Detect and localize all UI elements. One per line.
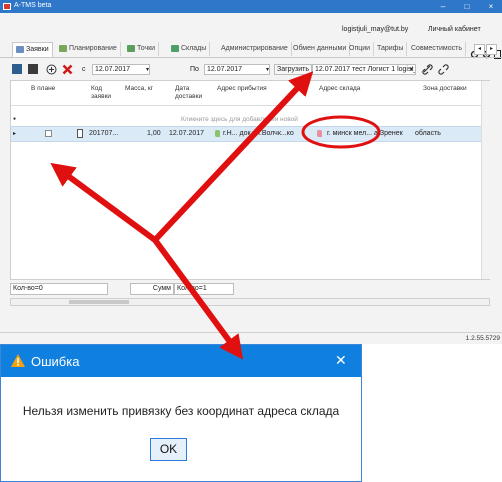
minimize-button[interactable]: –: [436, 1, 450, 12]
points-icon: [127, 44, 135, 52]
add-icon[interactable]: [46, 64, 57, 75]
tab-points[interactable]: Точки: [124, 42, 160, 56]
orders-icon: [16, 45, 24, 53]
order-code-cell[interactable]: 201707...: [89, 130, 118, 137]
tab-data-exchange[interactable]: Обмен данными: [290, 42, 351, 56]
load-button[interactable]: Загрузить: [274, 64, 312, 75]
to-date-dropdown-icon[interactable]: ▾: [266, 66, 269, 73]
to-date-field[interactable]: 12.07.2017: [204, 64, 270, 75]
warehouse-icon: [171, 44, 179, 52]
cabinet-link[interactable]: Личный кабинет: [428, 26, 481, 33]
vertical-scrollbar[interactable]: [481, 81, 490, 279]
col-header-in-plan[interactable]: В плане: [31, 85, 55, 93]
in-plan-checkbox[interactable]: [45, 130, 52, 137]
new-row-marker-icon: ●: [13, 116, 17, 122]
grid-footer: Кол-во=0 Сумм Кол-во=1: [10, 283, 490, 297]
import-icon[interactable]: [28, 64, 38, 74]
tab-scroll-right-button[interactable]: ▸: [486, 44, 497, 55]
horizontal-scrollbar[interactable]: [10, 298, 490, 306]
col-header-mass[interactable]: Масса, кг: [125, 85, 153, 93]
dialog-title-bar: Ошибка ✕: [1, 345, 361, 377]
warehouse-pin-icon: [317, 130, 322, 137]
dialog-close-button[interactable]: ✕: [335, 352, 347, 369]
table-row[interactable]: ▸ 201707... 1,00 12.07.2017 г.Н... док у…: [11, 126, 489, 142]
tab-tariffs[interactable]: Тарифы: [374, 42, 408, 56]
tab-bar: Заявки Планирование Точки Склады Админис…: [0, 41, 502, 58]
arrival-address-cell[interactable]: г.Н... док ул.Волчк...ко: [223, 130, 294, 137]
dialog-title: Ошибка: [31, 354, 80, 369]
tab-scroll-left-button[interactable]: ◂: [474, 44, 485, 55]
ok-button[interactable]: OK: [150, 438, 187, 461]
col-header-delivery-zone[interactable]: Зона доставки: [423, 85, 467, 93]
col-header-arrival-address[interactable]: Адрес прибытия: [217, 85, 267, 93]
from-label: с: [82, 66, 86, 73]
orders-grid: В плане Код заявки Масса, кг Дата достав…: [10, 80, 490, 280]
col-header-delivery-date[interactable]: Дата доставки: [175, 85, 207, 101]
planning-icon: [59, 44, 67, 52]
count-right-summary: Кол-во=1: [174, 283, 234, 295]
sum-label: Сумм: [130, 283, 174, 295]
warning-icon: [11, 354, 25, 367]
title-bar: A-TMS beta – □ ×: [0, 0, 502, 13]
col-header-order-code[interactable]: Код заявки: [91, 85, 115, 101]
toolbar: с 12.07.2017 ▾ По 12.07.2017 ▾ Загрузить…: [0, 62, 502, 78]
app-window: A-TMS beta – □ × logistjuli_may@tut.by Л…: [0, 0, 502, 344]
link-icon[interactable]: [422, 64, 433, 75]
warehouse-address-cell[interactable]: г. минск мел... а Зренек: [327, 130, 403, 137]
to-label: По: [190, 66, 199, 73]
count-left-summary: Кол-во=0: [10, 283, 108, 295]
col-header-warehouse-address[interactable]: Адрес склада: [319, 85, 360, 93]
header-divider: [11, 105, 489, 106]
user-bar: logistjuli_may@tut.by Личный кабинет: [0, 24, 502, 59]
scroll-thumb[interactable]: [69, 300, 129, 304]
tab-options[interactable]: Опции: [346, 42, 375, 56]
maximize-button[interactable]: □: [460, 1, 474, 12]
close-button[interactable]: ×: [484, 1, 498, 12]
new-row-hint[interactable]: Кликните здесь для добавления новой: [181, 116, 298, 123]
load-select-dropdown-icon[interactable]: ▾: [410, 66, 413, 73]
app-icon: [3, 3, 11, 10]
row-pointer-icon: ▸: [13, 131, 17, 137]
user-email-link[interactable]: logistjuli_may@tut.by: [342, 26, 408, 33]
dialog-message: Нельзя изменить привязку без координат а…: [22, 404, 340, 418]
delete-icon[interactable]: [62, 64, 73, 75]
from-date-dropdown-icon[interactable]: ▾: [146, 66, 149, 73]
load-select[interactable]: 12.07.2017 тест Логист 1 logist_ju: [312, 64, 416, 75]
export-excel-icon[interactable]: [12, 64, 22, 74]
document-icon: [77, 129, 83, 138]
unlink-icon[interactable]: [438, 64, 449, 75]
error-dialog: Ошибка ✕ Нельзя изменить привязку без ко…: [0, 344, 362, 482]
tab-warehouses[interactable]: Склады: [168, 42, 211, 56]
tab-planning[interactable]: Планирование: [56, 42, 121, 56]
status-bar: 1.2.55.5729: [0, 332, 502, 344]
delivery-date-cell[interactable]: 12.07.2017: [169, 130, 204, 137]
version-label: 1.2.55.5729: [465, 335, 500, 342]
window-title: A-TMS beta: [14, 2, 52, 9]
delivery-zone-cell[interactable]: область: [415, 130, 441, 137]
tab-administration[interactable]: Администрирование: [218, 42, 292, 56]
tab-compatibility[interactable]: Совместимость: [408, 42, 466, 56]
from-date-field[interactable]: 12.07.2017: [92, 64, 150, 75]
tab-orders[interactable]: Заявки: [12, 42, 53, 57]
arrival-pin-icon: [215, 130, 220, 137]
mass-cell[interactable]: 1,00: [147, 130, 161, 137]
